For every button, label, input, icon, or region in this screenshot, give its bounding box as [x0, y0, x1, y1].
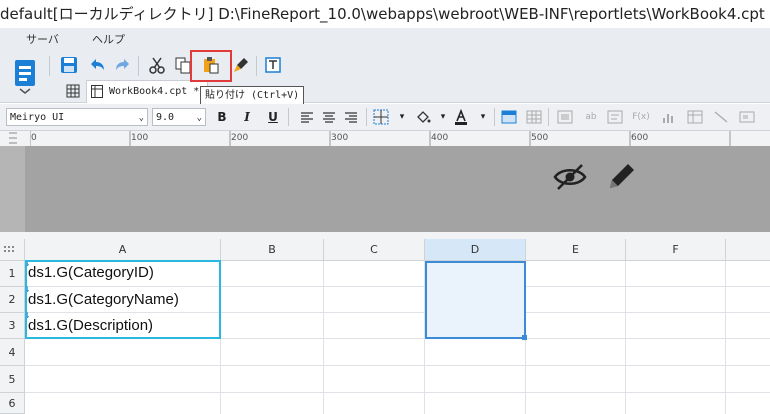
toolbar-separator: [49, 56, 50, 76]
edit-pencil-icon[interactable]: [604, 160, 638, 197]
fill-color-icon[interactable]: [414, 108, 432, 126]
bold-button[interactable]: B: [213, 108, 231, 126]
format-separator: [494, 108, 495, 126]
undo-icon[interactable]: [86, 54, 108, 76]
menu-item-help[interactable]: ヘルプ: [92, 31, 125, 47]
row-header-2[interactable]: 2: [0, 287, 25, 313]
pane-divider: [0, 232, 770, 239]
chevron-down-icon: ⌄: [138, 113, 144, 123]
column-header-d[interactable]: D: [425, 239, 526, 261]
row-header-6[interactable]: 6: [0, 393, 25, 414]
redo-icon[interactable]: [112, 54, 134, 76]
font-family-select[interactable]: Meiryo UI ⌄: [6, 108, 148, 126]
grid-line: [725, 261, 726, 414]
grid-line: [323, 261, 324, 414]
chart-icon[interactable]: [660, 108, 678, 126]
align-right-icon[interactable]: [342, 108, 360, 126]
tab-label: WorkBook4.cpt *: [109, 86, 200, 97]
italic-button[interactable]: I: [238, 108, 256, 126]
grid-icon[interactable]: [66, 84, 80, 101]
font-family-value: Meiryo UI: [10, 112, 65, 123]
ruler-label: 400: [431, 133, 449, 143]
merge-cells-icon[interactable]: [500, 108, 518, 126]
select-all-corner[interactable]: [0, 239, 25, 261]
format-bar: Meiryo UI ⌄ 9.0 ⌄ B I U ▾ ▾ ▾ ab F(x): [0, 104, 770, 131]
text-cell-icon[interactable]: ab: [582, 108, 600, 126]
align-center-icon[interactable]: [320, 108, 338, 126]
tab-workbook4[interactable]: WorkBook4.cpt *: [86, 80, 208, 103]
ruler-corner-icon: [8, 132, 18, 147]
ruler-label: 200: [231, 133, 249, 143]
grid-line: [625, 261, 626, 414]
chevron-down-icon[interactable]: ▾: [474, 108, 492, 126]
column-header-e[interactable]: E: [526, 239, 626, 261]
selected-range-d[interactable]: [425, 261, 526, 339]
font-color-icon[interactable]: [452, 108, 470, 126]
rich-text-icon[interactable]: [606, 108, 624, 126]
grid-line: [25, 365, 770, 366]
row-header-5[interactable]: 5: [0, 366, 25, 393]
format-separator: [548, 108, 549, 126]
slash-icon[interactable]: [712, 108, 730, 126]
save-icon[interactable]: [58, 54, 80, 76]
paste-tooltip: 貼り付け (Ctrl+V): [200, 86, 305, 105]
text-frame-icon[interactable]: [262, 54, 284, 76]
paste-highlight: [190, 50, 232, 82]
chevron-down-icon[interactable]: ▾: [393, 108, 411, 126]
row-header-4[interactable]: 4: [0, 339, 25, 366]
menu-item-server[interactable]: サーバ: [26, 31, 59, 47]
hide-eye-icon[interactable]: [552, 162, 588, 195]
vertical-ruler: [0, 146, 25, 232]
row-header-3[interactable]: 3: [0, 313, 25, 339]
fill-handle[interactable]: [522, 335, 527, 340]
underline-button[interactable]: U: [264, 108, 282, 126]
format-separator: [366, 108, 367, 126]
chevron-down-icon[interactable]: ▾: [434, 108, 452, 126]
font-size-select[interactable]: 9.0 ⌄: [152, 108, 206, 126]
unmerge-cells-icon[interactable]: [525, 108, 543, 126]
parameter-pane: [0, 146, 770, 232]
align-left-icon[interactable]: [298, 108, 316, 126]
ruler-label: 300: [331, 133, 349, 143]
grid-line: [25, 392, 770, 393]
widget-icon[interactable]: [738, 108, 756, 126]
toolbar-separator: [256, 56, 257, 76]
horizontal-ruler: 0 100 200 300 400 500 600: [0, 131, 770, 147]
ruler-label: 100: [131, 133, 149, 143]
format-separator: [288, 108, 289, 126]
cut-icon[interactable]: [146, 54, 168, 76]
column-header-b[interactable]: B: [221, 239, 324, 261]
column-header-c[interactable]: C: [324, 239, 425, 261]
ruler-label: 0: [31, 133, 37, 143]
font-size-value: 9.0: [156, 112, 175, 123]
border-icon[interactable]: [372, 108, 390, 126]
ruler-label: 500: [531, 133, 549, 143]
window-title: default[ローカルディレクトリ] D:\FineReport_10.0\w…: [0, 0, 770, 28]
menu-bar: サーバ ヘルプ: [0, 28, 770, 50]
row-header-1[interactable]: 1: [0, 261, 25, 287]
toolbar-separator: [138, 56, 139, 76]
column-header-f[interactable]: F: [626, 239, 726, 261]
formula-icon[interactable]: F(x): [632, 108, 650, 126]
column-header-a[interactable]: A: [25, 239, 221, 261]
chevron-down-icon: ⌄: [196, 113, 202, 123]
column-header-next[interactable]: [726, 239, 770, 261]
ruler-label: 600: [631, 133, 649, 143]
template-icon[interactable]: [8, 56, 42, 94]
format-painter-icon[interactable]: [230, 54, 252, 76]
subreport-icon[interactable]: [686, 108, 704, 126]
image-icon[interactable]: [556, 108, 574, 126]
copied-range-a: [25, 260, 221, 339]
